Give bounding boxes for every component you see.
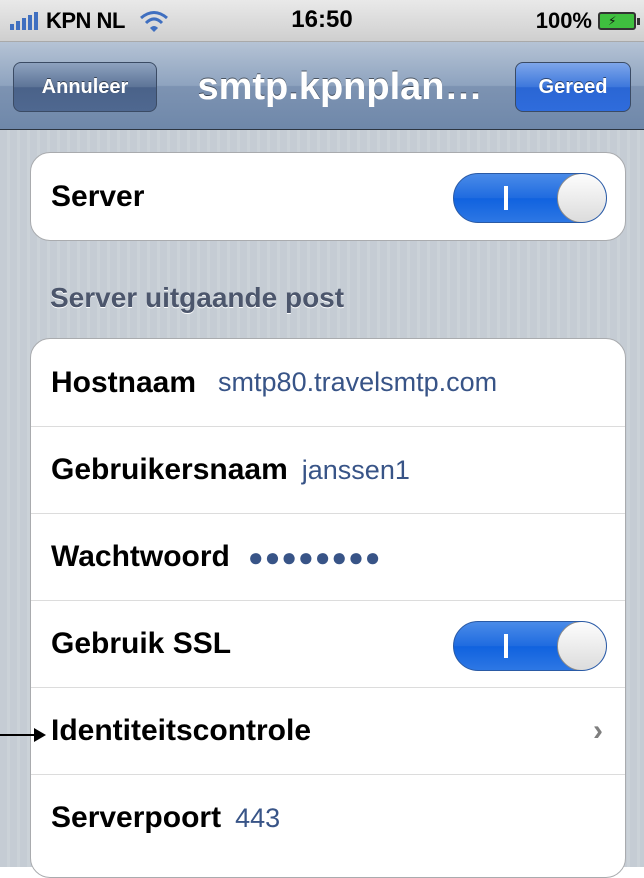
chevron-right-icon: ›: [593, 714, 603, 747]
password-row[interactable]: Wachtwoord ●●●●●●●●: [31, 513, 625, 600]
password-label: Wachtwoord: [51, 540, 230, 573]
battery-icon: ⚡: [598, 12, 640, 30]
toggle-knob: [557, 174, 606, 222]
authentication-label: Identiteitscontrole: [51, 714, 312, 747]
ssl-label: Gebruik SSL: [51, 627, 232, 660]
server-toggle[interactable]: [453, 173, 607, 223]
hostname-row[interactable]: Hostnaam smtp80.travelsmtp.com: [31, 339, 625, 426]
settings-content: Server Server uitgaande post Hostnaam sm…: [0, 130, 644, 878]
status-right: 100% ⚡: [535, 8, 640, 34]
arrow-icon: [0, 728, 46, 742]
port-row[interactable]: Serverpoort 443: [31, 774, 625, 861]
ssl-row: Gebruik SSL: [31, 600, 625, 687]
hostname-label: Hostnaam: [51, 365, 197, 399]
port-field[interactable]: 443: [235, 803, 280, 834]
hostname-field[interactable]: smtp80.travelsmtp.com: [218, 367, 497, 398]
username-field[interactable]: janssen1: [302, 455, 410, 486]
outgoing-server-group: Hostnaam smtp80.travelsmtp.com Gebruiker…: [30, 338, 626, 878]
section-header: Server uitgaande post: [50, 282, 345, 313]
server-row: Server: [31, 153, 625, 240]
toggle-on-indicator: [504, 186, 508, 210]
username-label: Gebruikersnaam: [51, 453, 288, 486]
server-label: Server: [51, 179, 145, 213]
status-bar: KPN NL 16:50 100% ⚡: [0, 0, 644, 42]
authentication-row[interactable]: Identiteitscontrole ›: [31, 687, 625, 774]
password-field[interactable]: ●●●●●●●●: [248, 542, 382, 573]
toggle-on-indicator: [504, 634, 508, 658]
battery-percent: 100%: [535, 8, 592, 33]
toggle-knob: [557, 622, 606, 670]
server-group: Server: [30, 152, 626, 241]
cancel-button[interactable]: Annuleer: [13, 62, 157, 112]
navigation-bar: Annuleer smtp.kpnplan… Gereed: [0, 42, 644, 130]
done-button[interactable]: Gereed: [515, 62, 631, 112]
username-row[interactable]: Gebruikersnaam janssen1: [31, 426, 625, 513]
ssl-toggle[interactable]: [453, 621, 607, 671]
port-label: Serverpoort: [51, 801, 222, 834]
page-title: smtp.kpnplan…: [197, 65, 483, 108]
